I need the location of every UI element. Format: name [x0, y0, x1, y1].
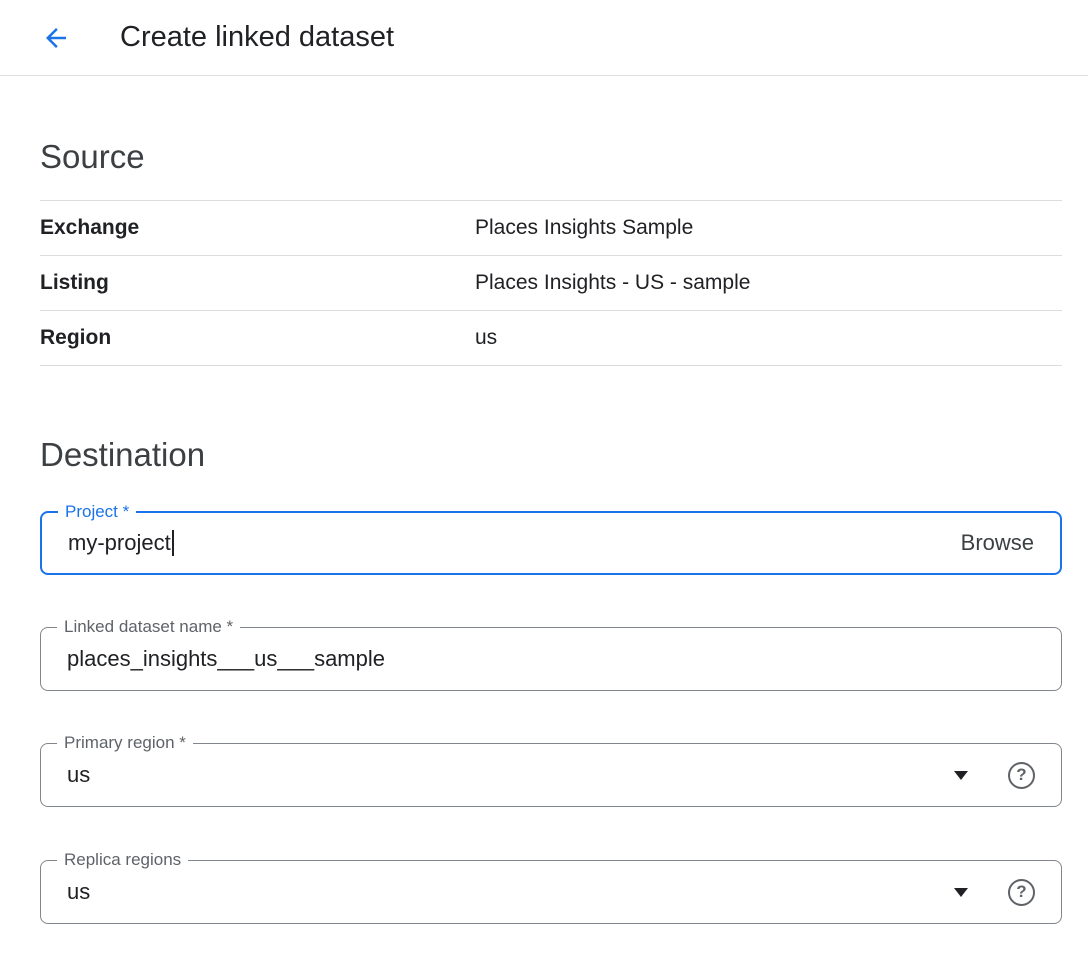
row-label: Exchange: [40, 216, 475, 240]
linked-dataset-name-input[interactable]: Linked dataset name * places_insights___…: [40, 627, 1062, 691]
dataset-name-field-value: places_insights___us___sample: [67, 646, 385, 672]
row-label: Listing: [40, 271, 475, 295]
row-value: us: [475, 326, 497, 350]
help-icon[interactable]: ?: [1008, 879, 1035, 906]
help-icon[interactable]: ?: [1008, 762, 1035, 789]
project-input[interactable]: Project * my-project Browse: [40, 511, 1062, 575]
text-cursor: [172, 530, 174, 556]
page-title: Create linked dataset: [120, 21, 394, 54]
dataset-name-field-label: Linked dataset name *: [57, 617, 240, 637]
table-row-listing: Listing Places Insights - US - sample: [40, 256, 1062, 311]
destination-section-heading: Destination: [40, 436, 1062, 474]
dropdown-arrow-icon[interactable]: [954, 771, 968, 780]
dropdown-arrow-icon[interactable]: [954, 888, 968, 897]
primary-region-field-label: Primary region *: [57, 733, 193, 753]
browse-button[interactable]: Browse: [961, 530, 1034, 556]
replica-regions-selected-value: us: [67, 879, 90, 905]
row-label: Region: [40, 326, 475, 350]
primary-region-selected-value: us: [67, 762, 90, 788]
row-value: Places Insights Sample: [475, 216, 693, 240]
replica-regions-field-label: Replica regions: [57, 850, 188, 870]
back-button[interactable]: [34, 16, 78, 60]
project-field-value: my-project: [68, 530, 171, 556]
primary-region-select[interactable]: Primary region * us ?: [40, 743, 1062, 807]
create-linked-dataset-page: Create linked dataset Source Exchange Pl…: [0, 0, 1088, 976]
source-table: Exchange Places Insights Sample Listing …: [40, 200, 1062, 366]
source-section-heading: Source: [40, 138, 1062, 176]
header-bar: Create linked dataset: [0, 0, 1088, 76]
row-value: Places Insights - US - sample: [475, 271, 750, 295]
arrow-back-icon: [41, 23, 71, 53]
project-field-label: Project *: [58, 502, 136, 522]
replica-regions-select[interactable]: Replica regions us ?: [40, 860, 1062, 924]
table-row-region: Region us: [40, 311, 1062, 366]
table-row-exchange: Exchange Places Insights Sample: [40, 201, 1062, 256]
content-area: Source Exchange Places Insights Sample L…: [0, 138, 1088, 924]
